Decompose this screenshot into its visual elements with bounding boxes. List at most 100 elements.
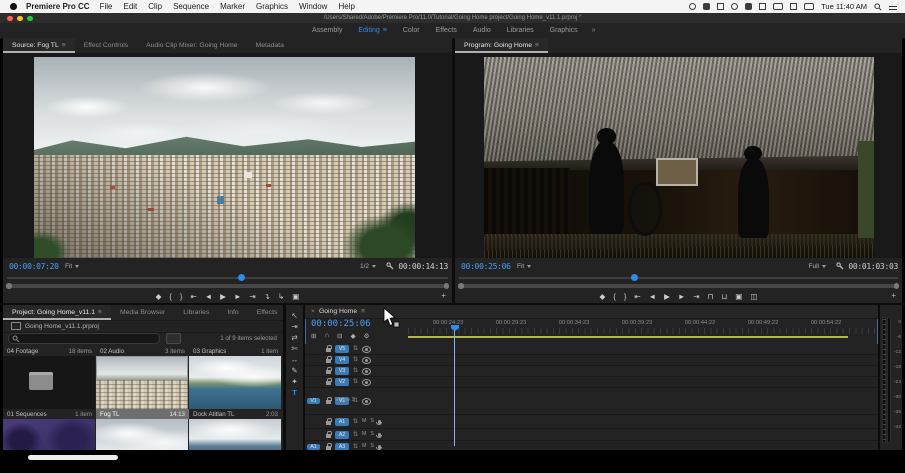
workspace-overflow-icon[interactable]: »	[592, 27, 596, 34]
voiceover-record-icon[interactable]	[376, 432, 383, 438]
timeline-tab[interactable]: Going Home	[319, 308, 357, 315]
bin-thumbnail-sequences[interactable]	[3, 356, 95, 409]
insert-button[interactable]: ↴	[264, 293, 270, 301]
timeline-settings-button[interactable]: ⚙	[364, 332, 370, 340]
search-input[interactable]	[8, 333, 160, 344]
settings-wrench-icon[interactable]	[386, 262, 394, 270]
toggle-track-output-icon[interactable]	[362, 378, 372, 386]
menubar-status-icon[interactable]	[745, 3, 753, 10]
item-label-04-footage[interactable]: 04 Footage 18 items	[3, 346, 96, 356]
go-to-out-button[interactable]: ⇥	[693, 293, 699, 301]
menu-file[interactable]: File	[100, 2, 113, 11]
menu-help[interactable]: Help	[338, 2, 354, 11]
menubar-status-icon[interactable]	[790, 3, 798, 10]
go-to-out-button[interactable]: ⇥	[249, 293, 255, 301]
menubar-status-icon[interactable]	[804, 3, 815, 10]
workspace-tab-libraries[interactable]: Libraries	[507, 27, 534, 34]
menubar-status-icon[interactable]	[759, 3, 767, 10]
source-patch-video[interactable]: V1	[307, 398, 320, 404]
play-button[interactable]: ▶	[220, 293, 226, 301]
lock-icon[interactable]	[326, 345, 332, 352]
menubar-status-icon[interactable]	[731, 3, 739, 10]
export-frame-button[interactable]: ▣	[735, 293, 742, 301]
button-editor-button[interactable]: +	[441, 291, 446, 300]
add-marker-button[interactable]: ◆	[351, 332, 356, 340]
menu-sequence[interactable]: Sequence	[173, 2, 209, 11]
track-target-a2[interactable]: A2	[335, 430, 349, 439]
toggle-track-output-icon[interactable]	[362, 356, 372, 364]
lock-icon[interactable]	[326, 397, 332, 404]
program-zoom-scrollbar[interactable]	[458, 283, 899, 289]
sync-lock-icon[interactable]: ⇅	[353, 444, 358, 450]
step-forward-button[interactable]: ►	[234, 293, 241, 301]
sync-lock-icon[interactable]: ⇅	[353, 368, 358, 374]
track-target-v5[interactable]: V5	[335, 345, 349, 353]
source-patch-audio[interactable]: A1	[307, 443, 320, 450]
panel-menu-icon[interactable]: ≡	[535, 42, 539, 49]
tab-effects[interactable]: Effects	[248, 305, 283, 320]
toggle-track-output-icon[interactable]	[362, 345, 372, 353]
workspace-tab-graphics[interactable]: Graphics	[550, 27, 578, 34]
overwrite-button[interactable]: ↳	[278, 293, 284, 301]
source-viewport[interactable]	[3, 53, 452, 258]
notification-center-icon[interactable]	[889, 3, 897, 10]
item-label-03-graphics[interactable]: 03 Graphics 1 item	[189, 346, 282, 356]
track-target-a3[interactable]: A3	[335, 442, 349, 450]
menu-marker[interactable]: Marker	[220, 2, 245, 11]
lock-icon[interactable]	[326, 378, 332, 385]
mark-out-button[interactable]: }	[624, 293, 627, 301]
tab-program[interactable]: Program: Going Home ≡	[455, 38, 548, 53]
track-target-v4[interactable]: V4	[335, 356, 349, 364]
tab-media-browser[interactable]: Media Browser	[111, 305, 174, 320]
sync-lock-icon[interactable]: ⇅	[353, 379, 358, 385]
menu-edit[interactable]: Edit	[123, 2, 137, 11]
menu-window[interactable]: Window	[299, 2, 327, 11]
tab-project-going-home-v11-1[interactable]: Project: Going Home_v11.1 ≡	[3, 305, 111, 320]
tab-metadata[interactable]: Metadata	[247, 38, 293, 53]
lock-icon[interactable]	[326, 367, 332, 374]
panel-menu-icon[interactable]: ≡	[361, 308, 365, 315]
sync-lock-icon[interactable]: ⇅	[353, 346, 358, 352]
track-select-forward-tool[interactable]: ⇥	[291, 323, 297, 331]
tab-source-fog-tl[interactable]: Source: Fog TL ≡	[3, 38, 75, 53]
mute-track-button[interactable]: M	[362, 443, 366, 449]
app-menu-title[interactable]: Premiere Pro CC	[26, 2, 90, 11]
program-playhead-handle[interactable]	[630, 274, 638, 281]
menubar-clock[interactable]: Tue 11:40 AM	[821, 2, 867, 11]
mark-in-button[interactable]: {	[169, 293, 172, 301]
new-search-bin-button[interactable]	[166, 333, 181, 344]
solo-track-button[interactable]: S	[370, 431, 373, 437]
voiceover-record-icon[interactable]	[376, 444, 383, 450]
program-timecode[interactable]: 00:00:25:06	[461, 262, 511, 271]
panel-close-icon[interactable]: ×	[311, 308, 315, 315]
source-scrub-bar[interactable]	[3, 274, 452, 282]
clip-thumbnail-dock-atitlan[interactable]	[189, 356, 281, 409]
hand-tool[interactable]: ✦	[291, 378, 297, 386]
menu-clip[interactable]: Clip	[148, 2, 162, 11]
workspace-tab-editing[interactable]: Editing ≡	[358, 27, 387, 34]
add-marker-button[interactable]: ◆	[156, 293, 162, 301]
mark-out-button[interactable]: }	[180, 293, 183, 301]
menubar-status-icon[interactable]	[773, 3, 784, 10]
zoom-handle-right[interactable]	[443, 283, 449, 289]
clip-thumbnail-fog-tl[interactable]	[96, 356, 188, 409]
program-viewport[interactable]	[455, 53, 902, 258]
panel-menu-icon[interactable]: ≡	[62, 42, 66, 49]
button-editor-button[interactable]: +	[891, 291, 896, 300]
clip-thumbnail-lake[interactable]	[189, 419, 281, 450]
go-to-in-button[interactable]: ⇤	[634, 293, 640, 301]
solo-track-button[interactable]: S	[370, 418, 373, 424]
clip-thumbnail-sky[interactable]	[96, 419, 188, 450]
toggle-track-output-icon[interactable]	[362, 397, 372, 405]
track-target-a1[interactable]: A1	[335, 417, 349, 426]
settings-wrench-icon[interactable]	[836, 262, 844, 270]
workspace-tab-color[interactable]: Color	[403, 27, 420, 34]
tab-effect-controls[interactable]: Effect Controls	[75, 38, 137, 53]
nest-toggle[interactable]: ⊞	[311, 332, 316, 340]
source-zoom-scrollbar[interactable]	[6, 283, 449, 289]
tab-info[interactable]: Info	[218, 305, 247, 320]
spotlight-search-icon[interactable]	[874, 2, 882, 11]
pen-tool[interactable]: ✎	[291, 367, 297, 375]
tab-libraries[interactable]: Libraries	[174, 305, 218, 320]
export-frame-button[interactable]: ▣	[292, 293, 299, 301]
